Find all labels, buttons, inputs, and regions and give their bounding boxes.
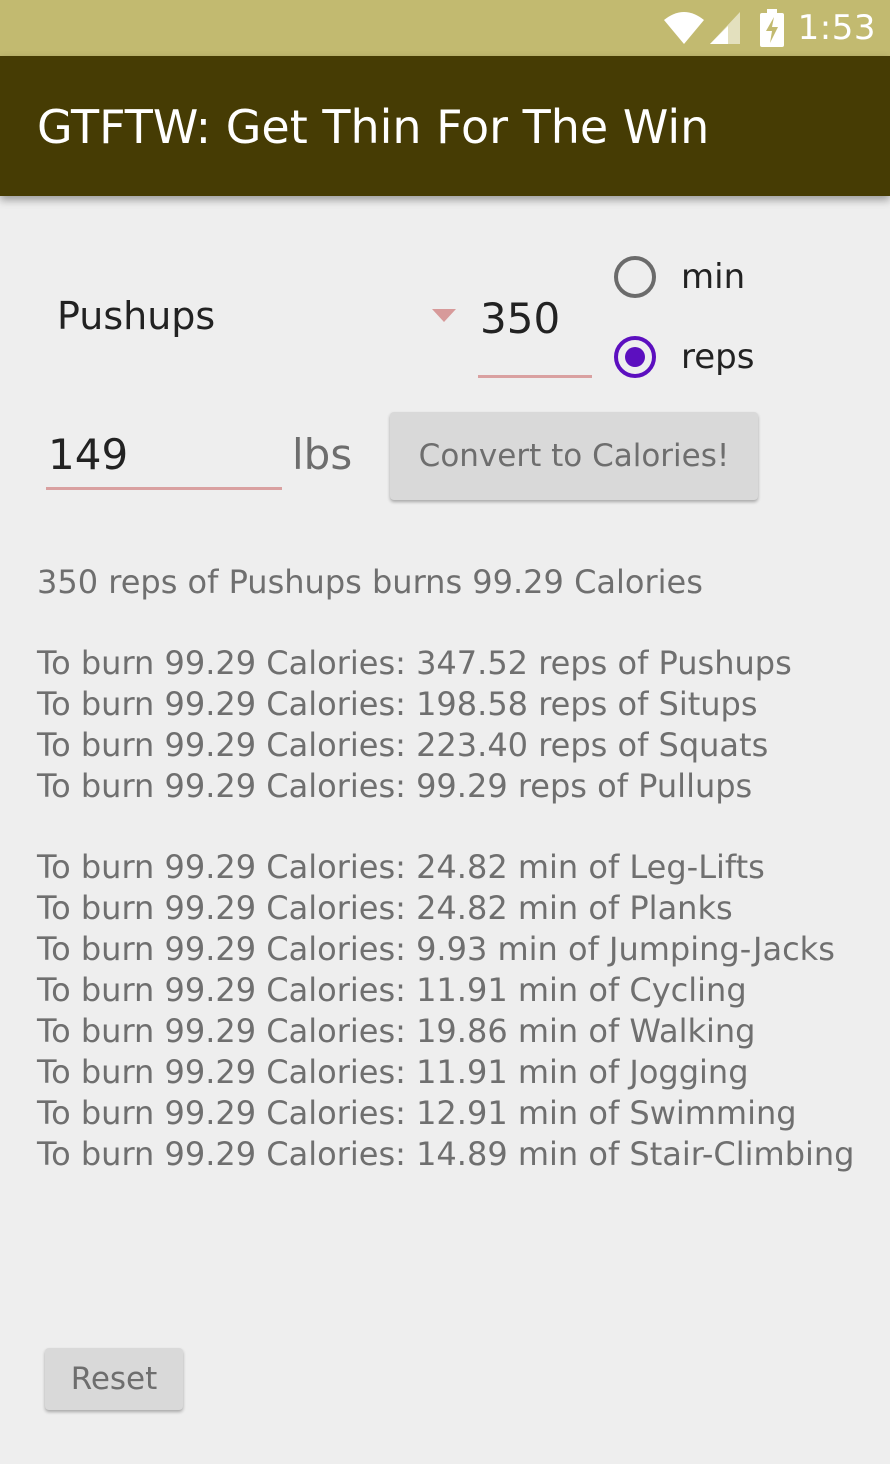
convert-button[interactable]: Convert to Calories! <box>390 412 758 500</box>
radio-reps-label: reps <box>681 337 755 377</box>
exercise-selected-value: Pushups <box>57 294 216 338</box>
reps-result-line: To burn 99.29 Calories: 223.40 reps of S… <box>37 726 769 764</box>
results-panel: 350 reps of Pushups burns 99.29 Calories… <box>37 562 877 1175</box>
radio-reps[interactable]: reps <box>614 330 754 384</box>
app-title: GTFTW: Get Thin For The Win <box>37 100 710 154</box>
weight-value: 149 <box>48 430 129 479</box>
weight-unit-label: lbs <box>292 430 353 479</box>
results-summary: 350 reps of Pushups burns 99.29 Calories <box>37 563 703 601</box>
radio-dot <box>625 347 645 367</box>
amount-value: 350 <box>480 294 561 343</box>
status-icons: 1:53 <box>662 6 876 50</box>
battery-charging-icon <box>759 9 784 47</box>
radio-checked-icon <box>614 336 656 378</box>
min-result-line: To burn 99.29 Calories: 9.93 min of Jump… <box>37 930 835 968</box>
min-result-line: To burn 99.29 Calories: 24.82 min of Leg… <box>37 848 765 886</box>
status-time: 1:53 <box>797 8 876 48</box>
radio-unchecked-icon <box>614 256 656 298</box>
weight-underline <box>46 487 282 490</box>
signal-icon <box>708 10 742 46</box>
min-result-line: To burn 99.29 Calories: 12.91 min of Swi… <box>37 1094 797 1132</box>
results-spacer <box>37 807 877 847</box>
amount-underline <box>478 375 592 378</box>
wifi-icon <box>662 10 706 46</box>
weight-input[interactable]: 149 <box>46 424 282 490</box>
min-result-line: To burn 99.29 Calories: 19.86 min of Wal… <box>37 1012 756 1050</box>
min-result-line: To burn 99.29 Calories: 11.91 min of Cyc… <box>37 971 747 1009</box>
dropdown-arrow-icon <box>432 309 456 322</box>
reps-result-line: To burn 99.29 Calories: 347.52 reps of P… <box>37 644 792 682</box>
min-result-line: To burn 99.29 Calories: 11.91 min of Jog… <box>37 1053 749 1091</box>
results-spacer <box>37 603 877 643</box>
min-result-line: To burn 99.29 Calories: 24.82 min of Pla… <box>37 889 733 927</box>
radio-min[interactable]: min <box>614 250 745 304</box>
radio-min-label: min <box>681 257 746 297</box>
reps-result-line: To burn 99.29 Calories: 198.58 reps of S… <box>37 685 758 723</box>
exercise-spinner[interactable]: Pushups <box>40 286 460 356</box>
amount-input[interactable]: 350 <box>478 286 592 378</box>
min-result-line: To burn 99.29 Calories: 14.89 min of Sta… <box>37 1135 855 1173</box>
status-bar: 1:53 <box>0 0 890 56</box>
reset-button[interactable]: Reset <box>45 1348 183 1410</box>
app-bar: GTFTW: Get Thin For The Win <box>0 56 890 196</box>
reps-result-line: To burn 99.29 Calories: 99.29 reps of Pu… <box>37 767 753 805</box>
